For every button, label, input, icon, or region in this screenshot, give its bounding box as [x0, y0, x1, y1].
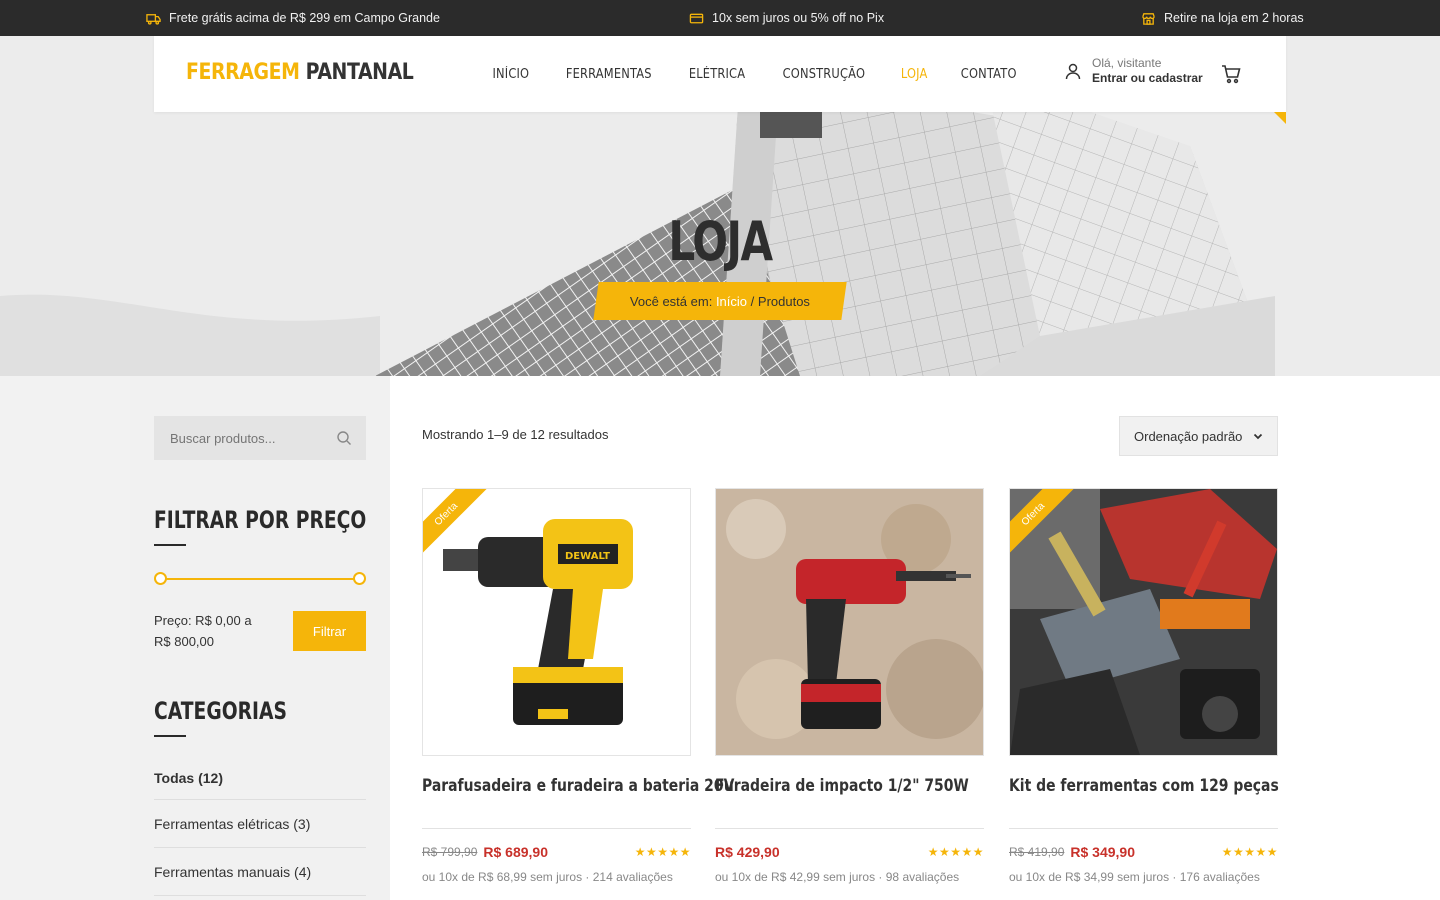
nav-item-ferramentas[interactable]: FERRAMENTAS	[566, 67, 652, 82]
slider-max-handle[interactable]	[353, 572, 366, 585]
installments-text: ou 10x de R$ 42,99 sem juros · 98 avalia…	[715, 870, 960, 884]
star-rating: ★★★★★	[1221, 845, 1278, 859]
nav-item-contato[interactable]: CONTATO	[961, 67, 1017, 82]
star-rating: ★★★★★	[927, 845, 984, 859]
product-search	[154, 416, 366, 460]
price-row: R$ 799,90 R$ 689,90 ★★★★★	[422, 844, 691, 860]
search-icon[interactable]	[336, 430, 352, 446]
sort-selected-value: Ordenação padrão	[1134, 428, 1243, 444]
breadcrumb-current: Produtos	[757, 293, 810, 309]
slider-track	[160, 578, 360, 580]
page-title: LOJA	[668, 210, 773, 273]
tool-kit-image	[1010, 489, 1277, 755]
product-image[interactable]	[715, 488, 984, 756]
card-icon	[689, 13, 704, 23]
old-price: R$ 799,90	[422, 845, 478, 859]
installments-text: ou 10x de R$ 34,99 sem juros · 176 avali…	[1009, 870, 1260, 884]
announcement-payment: 10x sem juros ou 5% off no Pix	[689, 0, 884, 36]
product-name[interactable]: Kit de ferramentas com 129 peças	[1009, 776, 1279, 796]
price-row: R$ 429,90 ★★★★★	[715, 844, 984, 860]
announcement-pickup: Retire na loja em 2 horas	[1141, 0, 1304, 36]
product-image[interactable]: Oferta	[1009, 488, 1278, 756]
logo-word-2: PANTANAL	[305, 60, 414, 85]
price-range-slider[interactable]	[154, 572, 366, 586]
nav-item-eletrica[interactable]: ELÉTRICA	[689, 67, 745, 82]
price-filter-title: FILTRAR POR PREÇO	[154, 506, 367, 534]
breadcrumb-prefix: Você está em:	[629, 293, 713, 309]
price-range-to: R$ 800,00	[154, 634, 214, 649]
sort-select[interactable]: Ordenação padrão	[1119, 416, 1278, 456]
product-name[interactable]: Parafusadeira e furadeira a bateria 20V	[422, 776, 734, 796]
old-price: R$ 419,90	[1009, 845, 1065, 859]
result-count: Mostrando 1–9 de 12 resultados	[422, 427, 609, 442]
category-item-all[interactable]: Todas (12)	[154, 756, 366, 800]
impact-drill-image	[716, 489, 983, 755]
breadcrumb: Você está em: Início / Produtos	[593, 282, 847, 320]
announcement-text: 10x sem juros ou 5% off no Pix	[712, 11, 885, 25]
installments-text: ou 10x de R$ 68,99 sem juros · 214 avali…	[422, 870, 673, 884]
announcement-text: Retire na loja em 2 horas	[1164, 11, 1304, 25]
nav-item-loja[interactable]: LOJA	[901, 67, 928, 82]
star-rating: ★★★★★	[634, 845, 691, 859]
product-card[interactable]: DEWALT Oferta Parafusadeira e furadeira …	[422, 488, 734, 884]
cart-icon[interactable]	[1220, 63, 1242, 85]
filter-button[interactable]: Filtrar	[293, 611, 366, 651]
announcement-text: Frete grátis acima de R$ 299 em Campo Gr…	[169, 11, 440, 25]
nav-item-construcao[interactable]: CONSTRUÇÃO	[783, 67, 866, 82]
price-row: R$ 419,90 R$ 349,90 ★★★★★	[1009, 844, 1278, 860]
user-icon	[1065, 63, 1081, 80]
product-card[interactable]: Furadeira de impacto 1/2" 750W R$ 429,90…	[715, 488, 984, 884]
site-logo[interactable]: FERRAGEM PANTANAL	[186, 60, 414, 85]
title-underline	[154, 544, 186, 546]
current-price: R$ 349,90	[1070, 844, 1135, 860]
divider	[422, 828, 691, 829]
category-list: Todas (12) Ferramentas elétricas (3) Fer…	[154, 756, 366, 896]
cordless-drill-image: DEWALT	[423, 489, 690, 755]
product-name[interactable]: Furadeira de impacto 1/2" 750W	[715, 776, 969, 796]
breadcrumb-home-link[interactable]: Início	[716, 294, 747, 309]
price-range-label: Preço: R$ 0,00 a R$ 800,00	[154, 610, 264, 652]
account-login-link[interactable]: Entrar ou cadastrar	[1092, 71, 1203, 86]
product-image[interactable]: DEWALT Oferta	[422, 488, 691, 756]
shop-sidebar: FILTRAR POR PREÇO Preço: R$ 0,00 a R$ 80…	[130, 376, 390, 900]
categories-title: CATEGORIAS	[154, 697, 287, 725]
current-price: R$ 689,90	[483, 844, 548, 860]
title-underline	[154, 735, 186, 737]
chevron-down-icon	[1253, 433, 1263, 440]
announcement-shipping: Frete grátis acima de R$ 299 em Campo Gr…	[146, 0, 440, 36]
svg-text:DEWALT: DEWALT	[565, 551, 610, 562]
divider	[715, 828, 984, 829]
nav-item-inicio[interactable]: INÍCIO	[493, 67, 530, 82]
account-link[interactable]: Olá, visitante Entrar ou cadastrar	[1064, 56, 1203, 86]
top-announcement-bar: Frete grátis acima de R$ 299 em Campo Gr…	[0, 0, 1440, 36]
site-header: FERRAGEM PANTANAL INÍCIO FERRAMENTAS ELÉ…	[154, 36, 1286, 124]
search-input[interactable]	[170, 430, 330, 446]
truck-icon	[146, 13, 161, 25]
divider	[1009, 828, 1278, 829]
slider-min-handle[interactable]	[154, 572, 167, 585]
category-item-hand-tools[interactable]: Ferramentas manuais (4)	[154, 848, 366, 896]
logo-word-1: FERRAGEM	[186, 60, 300, 85]
product-card[interactable]: Oferta Kit de ferramentas com 129 peças …	[1009, 488, 1279, 884]
main-nav: INÍCIO FERRAMENTAS ELÉTRICA CONSTRUÇÃO L…	[490, 36, 1021, 112]
breadcrumb-separator: /	[750, 293, 755, 309]
product-listing: Mostrando 1–9 de 12 resultados Ordenação…	[390, 376, 1440, 900]
header-corner-accent	[1274, 112, 1286, 124]
store-icon	[1142, 12, 1155, 25]
current-price: R$ 429,90	[715, 844, 780, 860]
price-range-from: Preço: R$ 0,00 a	[154, 613, 252, 628]
category-item-power-tools[interactable]: Ferramentas elétricas (3)	[154, 800, 366, 848]
account-greeting: Olá, visitante	[1092, 56, 1162, 70]
